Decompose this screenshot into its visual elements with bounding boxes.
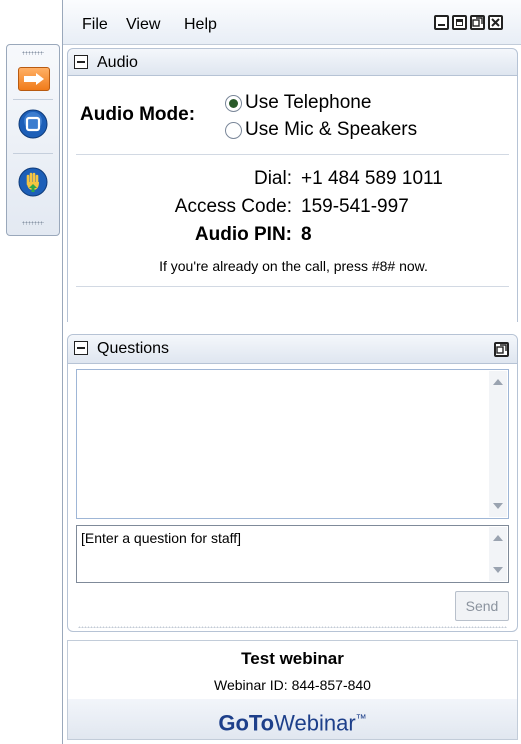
maximize-icon — [456, 19, 463, 26]
control-grab-tab[interactable] — [6, 44, 60, 236]
restore-icon — [472, 17, 483, 27]
menu-file[interactable]: File — [82, 16, 108, 34]
access-code-label: Access Code: — [174, 196, 292, 217]
question-input-text: [Enter a question for staff] — [81, 530, 242, 546]
logo-tm: ™ — [355, 713, 367, 725]
audio-section: Audio Mode: Use Telephone Use Mic & Spea… — [67, 76, 518, 322]
audio-section-header: Audio — [67, 48, 518, 76]
access-code-value: 159-541-997 — [301, 196, 409, 217]
screen-sharing-button[interactable] — [18, 109, 48, 139]
audio-pin-label: Audio PIN: — [194, 224, 292, 245]
audio-pin-instruction: If you're already on the call, press #8#… — [159, 258, 428, 274]
collapse-questions-icon[interactable] — [74, 341, 88, 355]
webinar-title: Test webinar — [241, 649, 344, 668]
radio-use-telephone[interactable]: Use Telephone — [225, 92, 371, 114]
divider — [13, 153, 53, 154]
popout-icon — [496, 344, 507, 354]
divider — [76, 286, 509, 287]
divider — [76, 154, 509, 155]
scroll-down-icon[interactable] — [493, 567, 503, 573]
maximize-button[interactable] — [452, 15, 467, 30]
scroll-up-icon[interactable] — [493, 379, 503, 385]
audio-pin-value: 8 — [301, 224, 312, 245]
collapse-audio-icon[interactable] — [74, 55, 88, 69]
webinar-id: Webinar ID: 844-857-840 — [214, 677, 371, 693]
question-input[interactable]: [Enter a question for staff] — [76, 525, 509, 583]
gotowebinar-logo: GoToWebinar™ — [68, 699, 517, 739]
logo-webinar: Webinar — [274, 710, 356, 736]
webinar-control-panel: File View Help Audio Audio Mode: Use Tel… — [62, 0, 521, 744]
collapse-panel-button[interactable] — [18, 67, 50, 91]
question-input-scrollbar[interactable] — [489, 527, 507, 581]
arrow-right-icon — [24, 73, 44, 85]
send-question-button[interactable]: Send — [455, 591, 509, 621]
logo-goto: GoTo — [218, 710, 275, 736]
dial-number: +1 484 589 1011 — [301, 168, 443, 189]
radio-selected-icon[interactable] — [225, 94, 242, 112]
menu-help[interactable]: Help — [184, 16, 217, 34]
questions-section-header: Questions — [68, 335, 517, 364]
popout-questions-button[interactable] — [494, 342, 509, 357]
menu-view[interactable]: View — [126, 16, 160, 34]
resize-grip[interactable] — [78, 626, 507, 628]
close-button[interactable] — [488, 15, 503, 30]
audio-mode-label: Audio Mode: — [80, 104, 196, 125]
grip-handle-top[interactable] — [22, 51, 44, 55]
screen-share-icon — [18, 109, 48, 139]
dial-label: Dial: — [253, 168, 292, 189]
raise-hand-icon — [18, 167, 48, 197]
minimize-icon — [438, 24, 445, 26]
questions-log[interactable] — [76, 369, 509, 519]
audio-section-title: Audio — [97, 54, 138, 71]
scroll-down-icon[interactable] — [493, 503, 503, 509]
raise-hand-button[interactable] — [18, 167, 48, 197]
close-icon — [491, 18, 500, 27]
divider — [13, 99, 53, 100]
minimize-button[interactable] — [434, 15, 449, 30]
radio-unselected-icon[interactable] — [225, 121, 242, 139]
grip-handle-bottom[interactable] — [22, 221, 44, 225]
restore-button[interactable] — [470, 15, 485, 30]
questions-section: Questions [Enter a question for staff] S… — [67, 334, 518, 632]
radio-telephone-label: Use Telephone — [245, 92, 372, 113]
questions-section-title: Questions — [97, 340, 170, 357]
webinar-info-footer: Test webinar Webinar ID: 844-857-840 GoT… — [67, 640, 518, 740]
scroll-up-icon[interactable] — [493, 535, 503, 541]
radio-mic-label: Use Mic & Speakers — [245, 119, 418, 140]
questions-log-scrollbar[interactable] — [489, 371, 507, 517]
menu-bar: File View Help — [63, 0, 521, 45]
radio-use-mic-speakers[interactable]: Use Mic & Speakers — [225, 119, 417, 141]
